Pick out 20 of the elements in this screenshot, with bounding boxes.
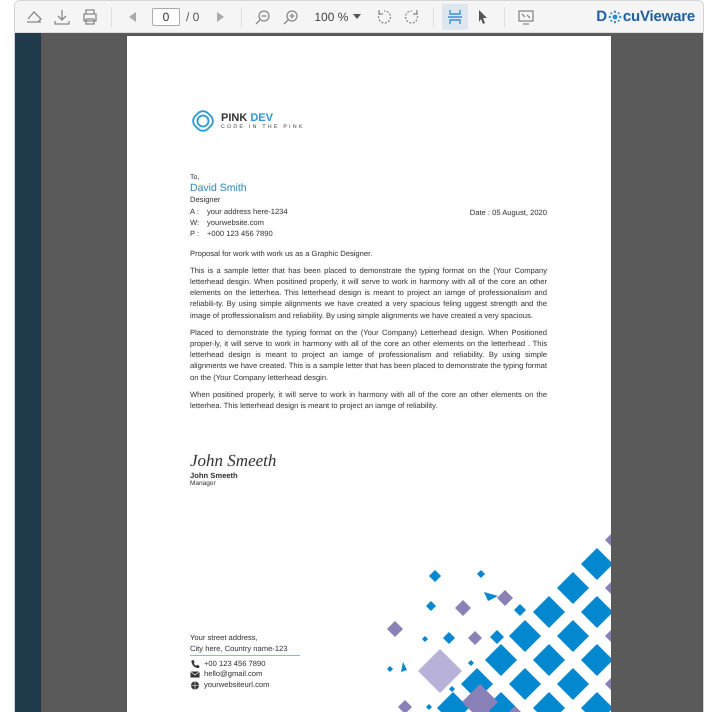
company-name: PINK DEV [221, 112, 274, 124]
page-count: / 0 [186, 10, 200, 24]
zoom-dropdown[interactable]: 100 % [306, 4, 370, 28]
signature: John Smeeth [190, 451, 278, 472]
logo-mark-icon [190, 108, 216, 134]
fit-page-button[interactable] [442, 4, 468, 30]
monitor-icon [517, 8, 536, 26]
recipient-name: David Smith [190, 182, 248, 194]
download-icon [53, 8, 71, 26]
print-icon [81, 8, 99, 26]
fit-page-icon [446, 8, 464, 26]
logo: D cuVieware [596, 8, 695, 25]
page-number-field[interactable]: 0 [152, 8, 180, 26]
zoom-out-icon [254, 8, 272, 26]
phone-icon [190, 658, 200, 669]
zoom-in-icon [282, 8, 300, 26]
envelope-icon [190, 669, 200, 680]
caret-icon [353, 14, 362, 19]
globe-icon [190, 680, 200, 690]
rotate-left-icon [375, 8, 394, 26]
